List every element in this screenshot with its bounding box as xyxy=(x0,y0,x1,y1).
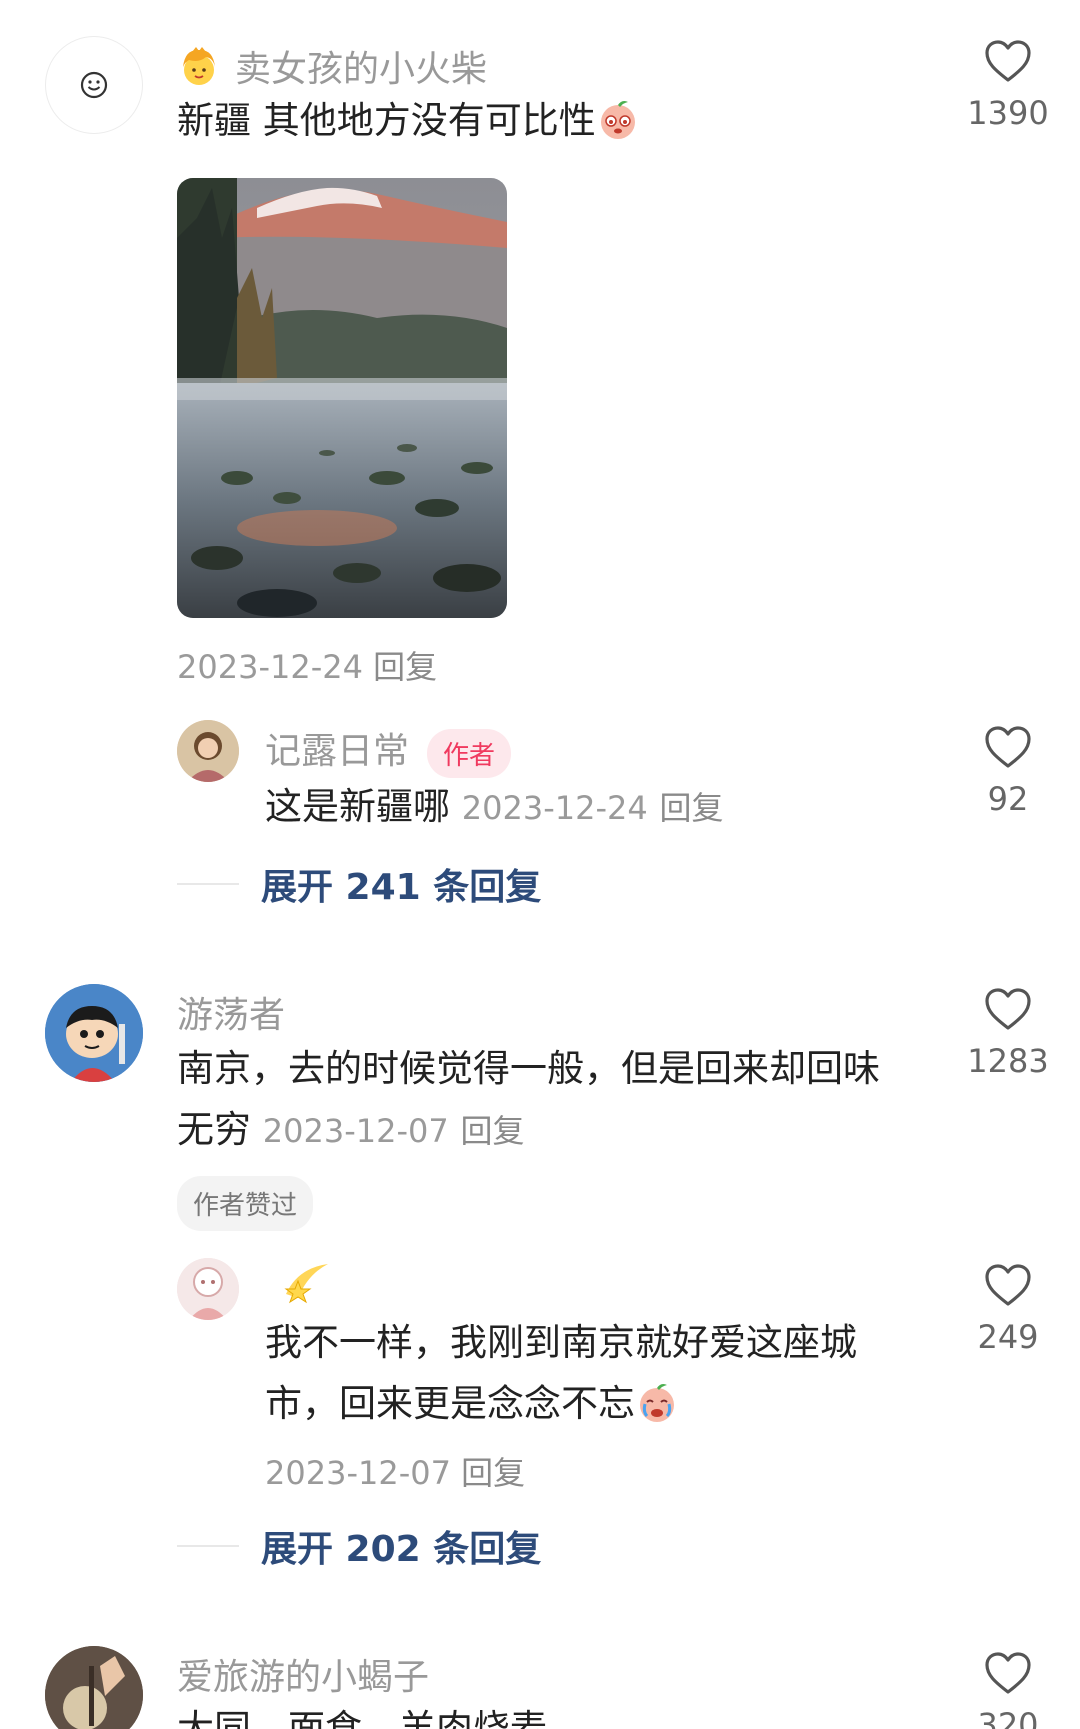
heart-outline-icon xyxy=(985,726,1031,768)
heart-outline-icon xyxy=(985,1652,1031,1694)
avatar[interactable] xyxy=(45,36,143,134)
like-button[interactable]: 320 xyxy=(948,1650,1068,1729)
like-button[interactable]: 92 xyxy=(948,724,1068,818)
reply-button[interactable]: 回复 xyxy=(461,1454,525,1492)
divider-line xyxy=(177,883,239,885)
expand-replies-label: 展开 202 条回复 xyxy=(261,1529,542,1570)
like-count: 249 xyxy=(977,1318,1039,1356)
like-count: 320 xyxy=(977,1706,1039,1729)
reply-text: 这是新疆哪 2023-12-24 回复 xyxy=(265,785,724,828)
reply-button[interactable]: 回复 xyxy=(373,648,437,686)
heart-outline-icon xyxy=(985,988,1031,1030)
avatar[interactable] xyxy=(177,1258,239,1320)
person-avatar-image xyxy=(177,720,239,782)
reply-username[interactable]: 记露日常 作者 xyxy=(265,722,512,778)
like-button[interactable]: 249 xyxy=(948,1262,1068,1356)
comment-username[interactable]: 爱旅游的小蝎子 xyxy=(177,1648,429,1700)
avatar[interactable] xyxy=(177,720,239,782)
divider-line xyxy=(177,1545,239,1547)
mountain-river-photo xyxy=(177,178,507,618)
author-liked-badge: 作者赞过 xyxy=(177,1176,314,1231)
like-button[interactable]: 1283 xyxy=(948,986,1068,1080)
heart-outline-icon xyxy=(985,1264,1031,1306)
avatar[interactable] xyxy=(45,1646,143,1729)
comment-text: 新疆 其他地方没有可比性 xyxy=(177,90,640,151)
cartoon-boy-avatar-image xyxy=(45,984,143,1082)
like-button[interactable]: 1390 xyxy=(948,38,1068,132)
girl-avatar-image xyxy=(177,1258,239,1320)
comment-image[interactable] xyxy=(177,178,507,618)
comment-username[interactable]: 卖女孩的小火柴 xyxy=(177,40,487,98)
comment-date: 2023-12-07 xyxy=(262,1112,449,1150)
reply-text: 我不一样，我刚到南京就好爱这座城 市，回来更是念念不忘 xyxy=(265,1312,857,1434)
reply-date: 2023-12-07 xyxy=(265,1454,451,1492)
star-emoji-icon xyxy=(278,1258,334,1312)
reply-text-line: 市，回来更是念念不忘 xyxy=(265,1373,857,1434)
like-count: 92 xyxy=(987,780,1029,818)
comment-text-line: 无穷 2023-12-07 回复 xyxy=(177,1108,525,1151)
comment-date: 2023-12-24 xyxy=(177,648,363,686)
crying-peach-emoji-icon xyxy=(635,1380,679,1424)
reply-button[interactable]: 回复 xyxy=(461,1112,525,1150)
comment-text: 南京，去的时候觉得一般，但是回来却回味 无穷 2023-12-07 回复 xyxy=(177,1038,880,1162)
heart-outline-icon xyxy=(985,40,1031,82)
peach-face-emoji-icon xyxy=(596,97,640,141)
reply-text-line: 我不一样，我刚到南京就好爱这座城 xyxy=(265,1321,857,1364)
comment-list: 卖女孩的小火柴 新疆 其他地方没有可比性 1390 2023-12-24 回复 … xyxy=(0,0,1080,1729)
comment-username[interactable]: 游荡者 xyxy=(177,986,285,1038)
comment-text-line: 南京，去的时候觉得一般，但是回来却回味 xyxy=(177,1047,880,1090)
expand-replies-button[interactable]: 展开 202 条回复 xyxy=(177,1520,541,1572)
reply-date: 2023-12-24 xyxy=(461,789,648,827)
author-badge: 作者 xyxy=(427,728,512,778)
reply-meta: 2023-12-07 回复 xyxy=(265,1448,525,1494)
expand-replies-label: 展开 241 条回复 xyxy=(261,867,542,908)
reply-button[interactable]: 回复 xyxy=(660,789,724,827)
avatar[interactable] xyxy=(45,984,143,1082)
smiley-icon xyxy=(80,71,108,99)
like-count: 1283 xyxy=(967,1042,1049,1080)
like-count: 1390 xyxy=(967,94,1049,132)
expand-replies-button[interactable]: 展开 241 条回复 xyxy=(177,858,541,910)
hand-avatar-image xyxy=(45,1646,143,1729)
comment-text: 大同，面食，羊肉烧麦 xyxy=(177,1707,547,1729)
comment-meta: 2023-12-24 回复 xyxy=(177,642,437,688)
